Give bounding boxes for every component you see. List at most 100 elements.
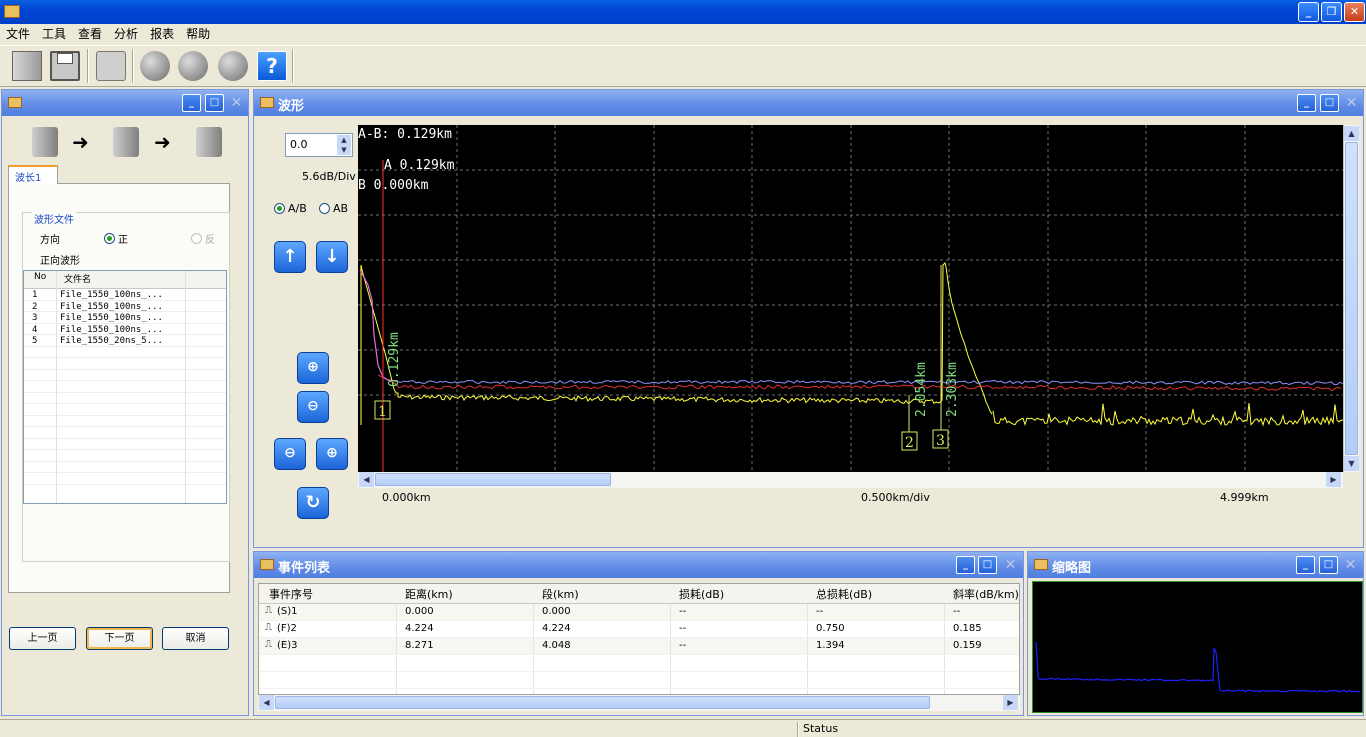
- event-loss: --: [679, 623, 687, 634]
- menu-tools[interactable]: 工具: [36, 24, 72, 45]
- file-list-item[interactable]: 4 File_1550_100ns_...: [24, 324, 226, 335]
- radio-ab-slash[interactable]: A/B: [274, 202, 307, 215]
- scroll-right-arrow[interactable]: ▶: [1326, 472, 1341, 487]
- radio-dot: [104, 233, 115, 244]
- event-total: 0.750: [816, 623, 845, 634]
- panel-maximize-button[interactable]: □: [205, 94, 224, 112]
- toolbar: ?: [0, 45, 1366, 87]
- zoom-in-horizontal-icon[interactable]: ⊕: [316, 438, 348, 470]
- direction-label: 方向: [40, 235, 60, 246]
- file-name: File_1550_100ns_...: [60, 324, 163, 335]
- event-row[interactable]: ⎍ (S)1 0.000 0.000 -- -- --: [259, 604, 1019, 621]
- menu-help[interactable]: 帮助: [180, 24, 216, 45]
- panel-maximize-button[interactable]: □: [978, 556, 997, 574]
- scroll-right-arrow[interactable]: ▶: [1003, 695, 1018, 710]
- thumbnail-canvas: [1035, 641, 1361, 693]
- scroll-down-arrow[interactable]: ▼: [1344, 456, 1359, 471]
- forward-radio[interactable]: 正: [104, 231, 128, 246]
- print-icon[interactable]: [96, 51, 126, 81]
- reset-view-icon[interactable]: ↻: [297, 487, 329, 519]
- event-empty-row: [259, 672, 1019, 689]
- event-type-icon: ⎍: [265, 622, 272, 633]
- column-divider: [185, 271, 186, 503]
- event-table-scrollbar[interactable]: ◀ ▶: [258, 695, 1020, 711]
- zoom-out-icon[interactable]: ⊖: [297, 391, 329, 423]
- new-document-icon[interactable]: [12, 51, 42, 81]
- panel-maximize-button[interactable]: □: [1319, 556, 1338, 574]
- file-list-header: No 文件名: [24, 271, 226, 289]
- menu-view[interactable]: 查看: [72, 24, 108, 45]
- scroll-left-arrow[interactable]: ◀: [359, 472, 374, 487]
- waveform-panel-titlebar: 波形 _ □ ✕: [254, 90, 1363, 116]
- otdr-trace-plot[interactable]: A-B: 0.129km A 0.129km B 0.000km 0.129km…: [358, 125, 1344, 472]
- scroll-up-arrow[interactable]: ▲: [1344, 126, 1359, 141]
- edit-icon[interactable]: [140, 51, 170, 81]
- scroll-thumb[interactable]: [1345, 142, 1358, 455]
- x-axis-start: 0.000km: [382, 491, 431, 504]
- thumbnail-view[interactable]: [1032, 581, 1363, 713]
- panel-minimize-button[interactable]: _: [1296, 556, 1315, 574]
- event-section: 4.224: [542, 623, 571, 634]
- scroll-thumb[interactable]: [375, 473, 611, 486]
- file-list-item[interactable]: 3 File_1550_100ns_...: [24, 312, 226, 324]
- panel-close-button[interactable]: ✕: [227, 94, 246, 112]
- spin-arrows[interactable]: ▲ ▼: [337, 135, 351, 155]
- file-list-empty-row: [24, 450, 226, 462]
- arrow-down-button[interactable]: ↓: [316, 241, 348, 273]
- zoom-in-icon[interactable]: ⊕: [297, 352, 329, 384]
- panel-minimize-button[interactable]: _: [182, 94, 201, 112]
- toolbar-separator: [292, 49, 294, 83]
- file-no: 2: [32, 301, 38, 312]
- file-no: 4: [32, 324, 38, 335]
- menu-file[interactable]: 文件: [0, 24, 36, 45]
- tab-wavelength-1[interactable]: 波长1: [8, 165, 58, 184]
- scroll-thumb[interactable]: [275, 696, 930, 709]
- panel-close-button[interactable]: ✕: [1341, 556, 1360, 574]
- panel-minimize-button[interactable]: _: [956, 556, 975, 574]
- restore-button[interactable]: ❐: [1321, 2, 1342, 22]
- save-icon[interactable]: [50, 51, 80, 81]
- prev-page-button[interactable]: 上一页: [9, 627, 76, 650]
- status-bar: Status: [0, 719, 1366, 737]
- panel-minimize-button[interactable]: _: [1297, 94, 1316, 112]
- event-table[interactable]: 事件序号 距离(km) 段(km) 损耗(dB) 总损耗(dB) 斜率(dB/k…: [258, 583, 1020, 695]
- settings-globe-icon[interactable]: [218, 51, 248, 81]
- file-list[interactable]: No 文件名 1 File_1550_100ns_... 2 File_1550_10…: [23, 270, 227, 504]
- cancel-button[interactable]: 取消: [162, 627, 229, 650]
- panel-icon: [260, 97, 274, 108]
- database-icon: [32, 127, 58, 157]
- plot-vertical-scrollbar[interactable]: ▲ ▼: [1343, 125, 1359, 472]
- panel-close-button[interactable]: ✕: [1001, 556, 1020, 574]
- zoom-out-horizontal-icon[interactable]: ⊖: [274, 438, 306, 470]
- panel-icon: [1034, 559, 1048, 570]
- close-button[interactable]: ✕: [1344, 2, 1365, 22]
- radio-ab[interactable]: AB: [319, 202, 348, 215]
- plot-horizontal-scrollbar[interactable]: ◀ ▶: [358, 472, 1343, 488]
- menu-report[interactable]: 报表: [144, 24, 180, 45]
- forward-wave-label: 正向波形: [40, 256, 80, 267]
- column-divider: [56, 271, 57, 503]
- scroll-left-arrow[interactable]: ◀: [259, 695, 274, 710]
- minimize-button[interactable]: _: [1298, 2, 1319, 22]
- settings-icon: [196, 127, 222, 157]
- next-page-button[interactable]: 下一页: [86, 627, 153, 650]
- arrow-up-button[interactable]: ↑: [274, 241, 306, 273]
- file-list-item[interactable]: 2 File_1550_100ns_...: [24, 301, 226, 312]
- event-row[interactable]: ⎍ (F)2 4.224 4.224 -- 0.750 0.185: [259, 621, 1019, 638]
- panel-close-button[interactable]: ✕: [1342, 94, 1361, 112]
- file-list-item[interactable]: 5 File_1550_20ns_5...: [24, 335, 226, 347]
- panel-maximize-button[interactable]: □: [1320, 94, 1339, 112]
- file-list-item[interactable]: 1 File_1550_100ns_...: [24, 289, 226, 301]
- globe-icon[interactable]: [178, 51, 208, 81]
- event-row[interactable]: ⎍ (E)3 8.271 4.048 -- 1.394 0.159: [259, 638, 1019, 655]
- reverse-radio[interactable]: 反: [191, 231, 215, 246]
- readout-ab: A-B: 0.129km: [358, 127, 452, 142]
- file-list-empty-row: [24, 439, 226, 450]
- event-slope: 0.159: [953, 640, 982, 651]
- event-list-titlebar: 事件列表 _ □ ✕: [254, 552, 1023, 578]
- menu-analysis[interactable]: 分析: [108, 24, 144, 45]
- event-total: --: [816, 606, 824, 617]
- offset-spinbox[interactable]: 0.0 ▲ ▼: [285, 133, 353, 157]
- event-distance: 8.271: [405, 640, 434, 651]
- help-icon[interactable]: ?: [257, 51, 287, 81]
